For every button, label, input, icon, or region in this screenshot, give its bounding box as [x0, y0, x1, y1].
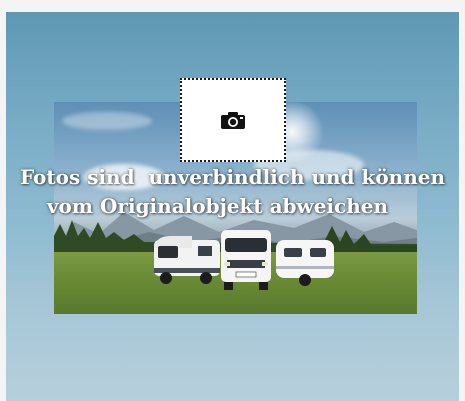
photo-disclaimer: Fotos sind unverbindlich und können vom … — [0, 163, 465, 221]
image-frame: Fotos sind unverbindlich und können vom … — [0, 0, 465, 401]
campervan-left — [154, 236, 220, 284]
disclaimer-line-1: Fotos sind unverbindlich und können — [19, 165, 446, 189]
photo-placeholder-box — [180, 78, 286, 162]
cloud — [62, 112, 152, 130]
camera-icon — [221, 112, 245, 129]
caravan-right — [276, 240, 334, 286]
disclaimer-line-2: vom Originalobjekt abweichen — [46, 194, 389, 218]
campervan-center — [221, 230, 271, 290]
